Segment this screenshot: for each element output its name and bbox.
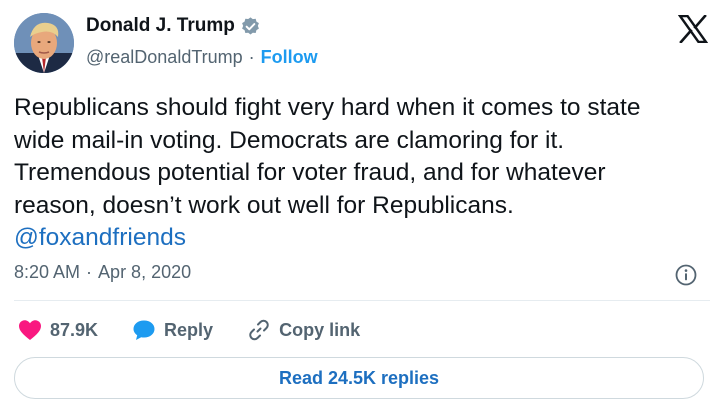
likes-count: 87.9K <box>50 319 99 340</box>
timestamp-separator: · <box>86 262 93 282</box>
read-replies-button[interactable]: Read 24.5K replies <box>14 357 704 399</box>
tweet-card: Donald J. Trump @realDonaldTrump · Follo… <box>0 0 724 414</box>
tweet-body: Republicans should fight very hard when … <box>14 92 704 255</box>
heart-icon <box>19 320 41 340</box>
copy-link-label: Copy link <box>279 319 361 340</box>
action-bar: 87.9K Reply Copy link <box>18 316 394 344</box>
info-icon[interactable] <box>674 263 698 287</box>
reply-label: Reply <box>164 319 214 340</box>
author-handle[interactable]: @realDonaldTrump <box>86 47 243 68</box>
speech-bubble-icon <box>133 320 155 340</box>
x-logo-icon[interactable] <box>677 14 709 44</box>
reply-button[interactable]: Reply <box>132 319 213 341</box>
tweet-time: 8:20 AM <box>14 262 81 282</box>
author-handle-row: @realDonaldTrump · Follow <box>86 47 318 68</box>
tweet-text: Republicans should fight very hard when … <box>14 94 641 219</box>
tweet-timestamp[interactable]: 8:20 AM · Apr 8, 2020 <box>14 262 191 283</box>
avatar[interactable] <box>14 13 74 73</box>
tweet-date: Apr 8, 2020 <box>98 262 192 282</box>
author-name-row: Donald J. Trump <box>86 15 261 37</box>
copy-link-button[interactable]: Copy link <box>247 318 360 342</box>
verified-badge-icon <box>240 16 261 37</box>
follow-button[interactable]: Follow <box>261 47 318 68</box>
like-button[interactable]: 87.9K <box>18 319 98 341</box>
mention-link[interactable]: @foxandfriends <box>14 222 704 255</box>
separator-dot: · <box>248 47 255 67</box>
divider <box>14 300 710 301</box>
link-icon <box>249 319 269 341</box>
author-name[interactable]: Donald J. Trump <box>86 15 235 37</box>
